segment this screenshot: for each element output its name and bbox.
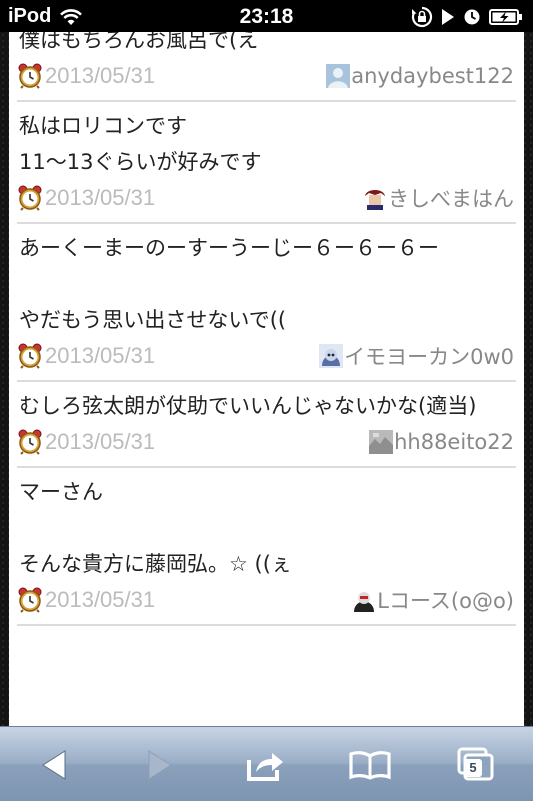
back-icon bbox=[42, 750, 66, 780]
comment-author-link[interactable]: anydaybest122 bbox=[351, 64, 514, 88]
share-icon bbox=[247, 753, 283, 781]
forward-button[interactable] bbox=[138, 743, 182, 787]
comment-item: 僕はもちろんお風呂で(え 2013/05/31 anydaybest122 bbox=[17, 32, 516, 102]
comment-date: 2013/05/31 bbox=[45, 343, 156, 368]
status-right bbox=[411, 6, 523, 28]
comment-date: 2013/05/31 bbox=[45, 429, 156, 454]
bookmarks-button[interactable] bbox=[348, 743, 392, 787]
comment-date: 2013/05/31 bbox=[45, 63, 156, 88]
play-icon bbox=[442, 9, 454, 25]
comment-item: 私はロリコンです 11〜13ぐらいが好みです 2013/05/31 きしべまはん bbox=[17, 102, 516, 224]
bookmarks-icon bbox=[349, 751, 391, 780]
status-bar: iPod 23:18 bbox=[0, 0, 533, 32]
comment-author-group[interactable]: Lコース(o@o) bbox=[352, 585, 514, 615]
comment-text: むしろ弦太朗が仗助でいいんじゃないかな(適当) bbox=[19, 394, 477, 418]
comment-date-group: 2013/05/31 bbox=[17, 429, 155, 455]
web-page: 僕はもちろんお風呂で(え 2013/05/31 anydaybest122 私はロリコ… bbox=[0, 32, 533, 726]
rotation-lock-icon bbox=[411, 6, 433, 28]
comment-author-group[interactable]: anydaybest122 bbox=[326, 64, 514, 88]
share-button[interactable] bbox=[244, 743, 288, 787]
avatar[interactable] bbox=[369, 430, 394, 454]
comment-meta: 2013/05/31 anydaybest122 bbox=[17, 58, 516, 94]
comment-text: あーくーまーのーすーうーじー６ー６ー６ー やだもう思い出させないで(( bbox=[19, 236, 439, 332]
comment-item: あーくーまーのーすーうーじー６ー６ー６ー やだもう思い出させないで(( 2013/… bbox=[17, 224, 516, 382]
comment-item: マーさん そんな貴方に藤岡弘。☆ ((ぇ 2013/05/31 Lコース(o@o) bbox=[17, 468, 516, 626]
comment-author-group[interactable]: きしべまはん bbox=[363, 183, 514, 213]
comment-date-group: 2013/05/31 bbox=[17, 185, 155, 211]
back-button[interactable] bbox=[32, 743, 76, 787]
browser-toolbar: 5 bbox=[0, 726, 533, 801]
comment-author-group[interactable]: hh88eito22 bbox=[369, 430, 514, 454]
comment-author-link[interactable]: hh88eito22 bbox=[394, 430, 514, 454]
comment-item: むしろ弦太朗が仗助でいいんじゃないかな(適当) 2013/05/31 hh88eit… bbox=[17, 382, 516, 468]
comment-meta: 2013/05/31 きしべまはん bbox=[17, 180, 516, 216]
alarm-clock-icon bbox=[17, 185, 43, 211]
tab-count-badge: 5 bbox=[464, 759, 482, 777]
comment-author-link[interactable]: Lコース(o@o) bbox=[377, 585, 514, 615]
tabs-button[interactable]: 5 bbox=[454, 743, 498, 787]
comment-meta: 2013/05/31 hh88eito22 bbox=[17, 424, 516, 460]
avatar[interactable] bbox=[363, 186, 387, 210]
battery-charging-icon bbox=[489, 9, 522, 25]
comment-list-container[interactable]: 僕はもちろんお風呂で(え 2013/05/31 anydaybest122 私はロリコ… bbox=[9, 32, 524, 726]
comment-author-link[interactable]: イモヨーカン0w0 bbox=[344, 341, 514, 371]
avatar[interactable] bbox=[352, 588, 377, 612]
comment-list: 僕はもちろんお風呂で(え 2013/05/31 anydaybest122 私はロリコ… bbox=[9, 32, 524, 626]
comment-date-group: 2013/05/31 bbox=[17, 343, 155, 369]
avatar[interactable] bbox=[319, 344, 344, 368]
comment-date-group: 2013/05/31 bbox=[17, 587, 155, 613]
comment-date-group: 2013/05/31 bbox=[17, 63, 155, 89]
comment-text: 僕はもちろんお風呂で(え bbox=[19, 32, 259, 52]
comment-meta: 2013/05/31 Lコース(o@o) bbox=[17, 582, 516, 618]
avatar[interactable] bbox=[326, 64, 351, 88]
alarm-icon bbox=[464, 9, 480, 25]
comment-author-group[interactable]: イモヨーカン0w0 bbox=[319, 341, 514, 371]
forward-icon bbox=[148, 750, 172, 780]
alarm-clock-icon bbox=[17, 429, 43, 455]
alarm-clock-icon bbox=[17, 63, 43, 89]
comment-text: 私はロリコンです 11〜13ぐらいが好みです bbox=[19, 114, 262, 174]
comment-author-link[interactable]: きしべまはん bbox=[388, 183, 514, 213]
comment-text: マーさん そんな貴方に藤岡弘。☆ ((ぇ bbox=[19, 480, 292, 576]
alarm-clock-icon bbox=[17, 587, 43, 613]
alarm-clock-icon bbox=[17, 343, 43, 369]
comment-date: 2013/05/31 bbox=[45, 587, 156, 612]
comment-meta: 2013/05/31 イモヨーカン0w0 bbox=[17, 338, 516, 374]
comment-date: 2013/05/31 bbox=[45, 185, 156, 210]
